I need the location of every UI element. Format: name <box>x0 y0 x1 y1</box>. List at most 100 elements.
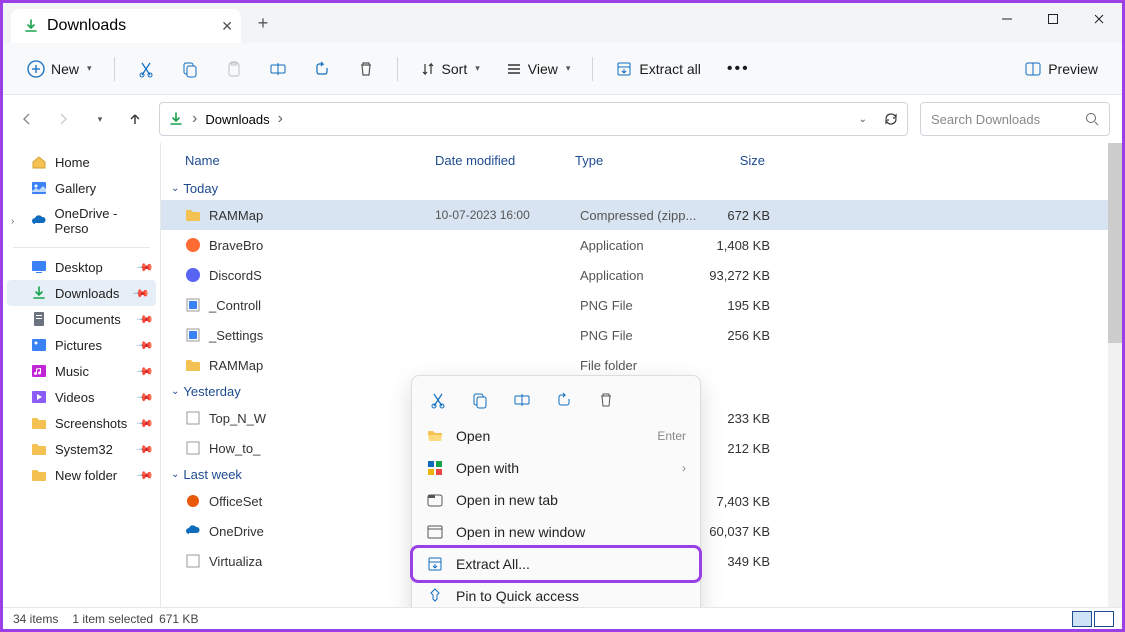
image-icon <box>185 410 201 426</box>
menu-open-with[interactable]: Open with› <box>412 452 700 484</box>
sidebar-item-downloads[interactable]: Downloads📌 <box>7 280 156 306</box>
new-button[interactable]: New ▾ <box>17 54 102 84</box>
sidebar-item-onedrive[interactable]: ›OneDrive - Perso <box>3 201 160 241</box>
videos-icon <box>31 389 47 405</box>
status-count: 34 items <box>13 612 58 626</box>
delete-button[interactable] <box>347 54 385 84</box>
folder-icon <box>31 467 47 483</box>
titlebar: Downloads ✕ + <box>3 3 1122 43</box>
sidebar-item-pictures[interactable]: Pictures📌 <box>3 332 160 358</box>
cloud-icon <box>31 213 47 229</box>
extract-all-button[interactable]: Extract all <box>605 54 710 84</box>
folder-icon <box>185 357 201 373</box>
copy-button[interactable] <box>171 54 209 84</box>
image-icon <box>185 553 201 569</box>
address-row: ▾ › Downloads › ⌄ Search Downloads <box>3 95 1122 143</box>
window-icon <box>426 523 444 541</box>
col-size[interactable]: Size <box>695 153 765 168</box>
image-icon <box>185 327 201 343</box>
menu-extract-all[interactable]: Extract All... <box>412 548 700 580</box>
sidebar-item-videos[interactable]: Videos📌 <box>3 384 160 410</box>
recent-button[interactable]: ▾ <box>87 107 111 131</box>
new-tab-button[interactable]: + <box>247 13 279 34</box>
maximize-button[interactable] <box>1030 3 1076 35</box>
statusbar: 34 items 1 item selected 671 KB <box>3 607 1122 629</box>
tiles-view-button[interactable] <box>1094 611 1114 627</box>
delete-icon[interactable] <box>596 390 616 410</box>
app-icon <box>185 493 201 509</box>
group-today[interactable]: ⌄Today <box>161 177 1122 200</box>
up-button[interactable] <box>123 107 147 131</box>
folder-icon <box>31 415 47 431</box>
close-tab-icon[interactable]: ✕ <box>221 18 233 35</box>
file-list: Name Date modified Type Size ⌄Today RAMM… <box>161 143 1122 607</box>
desktop-icon <box>31 259 47 275</box>
col-type[interactable]: Type <box>575 153 695 168</box>
home-icon <box>31 154 47 170</box>
sidebar-item-gallery[interactable]: Gallery <box>3 175 160 201</box>
cut-button[interactable] <box>127 54 165 84</box>
more-button[interactable]: ••• <box>717 54 760 84</box>
minimize-button[interactable] <box>984 3 1030 35</box>
sort-button[interactable]: Sort▾ <box>410 55 490 83</box>
sidebar-item-newfolder[interactable]: New folder📌 <box>3 462 160 488</box>
sidebar: Home Gallery ›OneDrive - Perso Desktop📌 … <box>3 143 161 607</box>
forward-button[interactable] <box>51 107 75 131</box>
sidebar-item-music[interactable]: Music📌 <box>3 358 160 384</box>
download-icon <box>23 18 39 34</box>
copy-icon[interactable] <box>470 390 490 410</box>
app-icon <box>185 267 201 283</box>
details-view-button[interactable] <box>1072 611 1092 627</box>
search-input[interactable]: Search Downloads <box>920 102 1110 136</box>
sort-icon <box>420 61 436 77</box>
cut-icon[interactable] <box>428 390 448 410</box>
folder-icon <box>31 441 47 457</box>
column-headers[interactable]: Name Date modified Type Size <box>161 143 1122 177</box>
sidebar-item-screenshots[interactable]: Screenshots📌 <box>3 410 160 436</box>
tab-downloads[interactable]: Downloads ✕ <box>11 9 241 43</box>
breadcrumb[interactable]: Downloads <box>205 112 269 127</box>
menu-pin-quick[interactable]: Pin to Quick access <box>412 580 700 607</box>
context-menu: OpenEnter Open with› Open in new tab Ope… <box>411 375 701 607</box>
file-row[interactable]: _SettingsPNG File256 KB <box>161 320 1122 350</box>
rename-icon[interactable] <box>512 390 532 410</box>
file-row[interactable]: RAMMap 10-07-2023 16:00 Compressed (zipp… <box>161 200 1122 230</box>
file-row[interactable]: BraveBroApplication1,408 KB <box>161 230 1122 260</box>
chevron-down-icon[interactable]: ⌄ <box>859 114 867 125</box>
image-icon <box>185 440 201 456</box>
toolbar: New ▾ Sort▾ View▾ Extract all ••• Previe… <box>3 43 1122 95</box>
rename-icon <box>269 60 287 78</box>
col-date[interactable]: Date modified <box>435 153 575 168</box>
paste-icon <box>225 60 243 78</box>
delete-icon <box>357 60 375 78</box>
scrollbar[interactable] <box>1108 143 1122 607</box>
menu-open-tab[interactable]: Open in new tab <box>412 484 700 516</box>
share-icon <box>313 60 331 78</box>
col-name[interactable]: Name <box>185 153 435 168</box>
download-icon <box>31 285 47 301</box>
preview-icon <box>1024 60 1042 78</box>
status-size: 671 KB <box>159 612 198 626</box>
folder-open-icon <box>426 427 444 445</box>
refresh-button[interactable] <box>883 111 899 127</box>
cloud-icon <box>185 523 201 539</box>
preview-button[interactable]: Preview <box>1014 54 1108 84</box>
gallery-icon <box>31 180 47 196</box>
view-button[interactable]: View▾ <box>496 55 581 83</box>
sidebar-item-documents[interactable]: Documents📌 <box>3 306 160 332</box>
sidebar-item-system32[interactable]: System32📌 <box>3 436 160 462</box>
sidebar-item-desktop[interactable]: Desktop📌 <box>3 254 160 280</box>
back-button[interactable] <box>15 107 39 131</box>
close-window-button[interactable] <box>1076 3 1122 35</box>
paste-button[interactable] <box>215 54 253 84</box>
share-icon[interactable] <box>554 390 574 410</box>
menu-open[interactable]: OpenEnter <box>412 420 700 452</box>
tab-label: Downloads <box>47 17 126 35</box>
share-button[interactable] <box>303 54 341 84</box>
file-row[interactable]: _ControllPNG File195 KB <box>161 290 1122 320</box>
rename-button[interactable] <box>259 54 297 84</box>
menu-open-window[interactable]: Open in new window <box>412 516 700 548</box>
file-row[interactable]: DiscordSApplication93,272 KB <box>161 260 1122 290</box>
sidebar-item-home[interactable]: Home <box>3 149 160 175</box>
address-bar[interactable]: › Downloads › ⌄ <box>159 102 908 136</box>
